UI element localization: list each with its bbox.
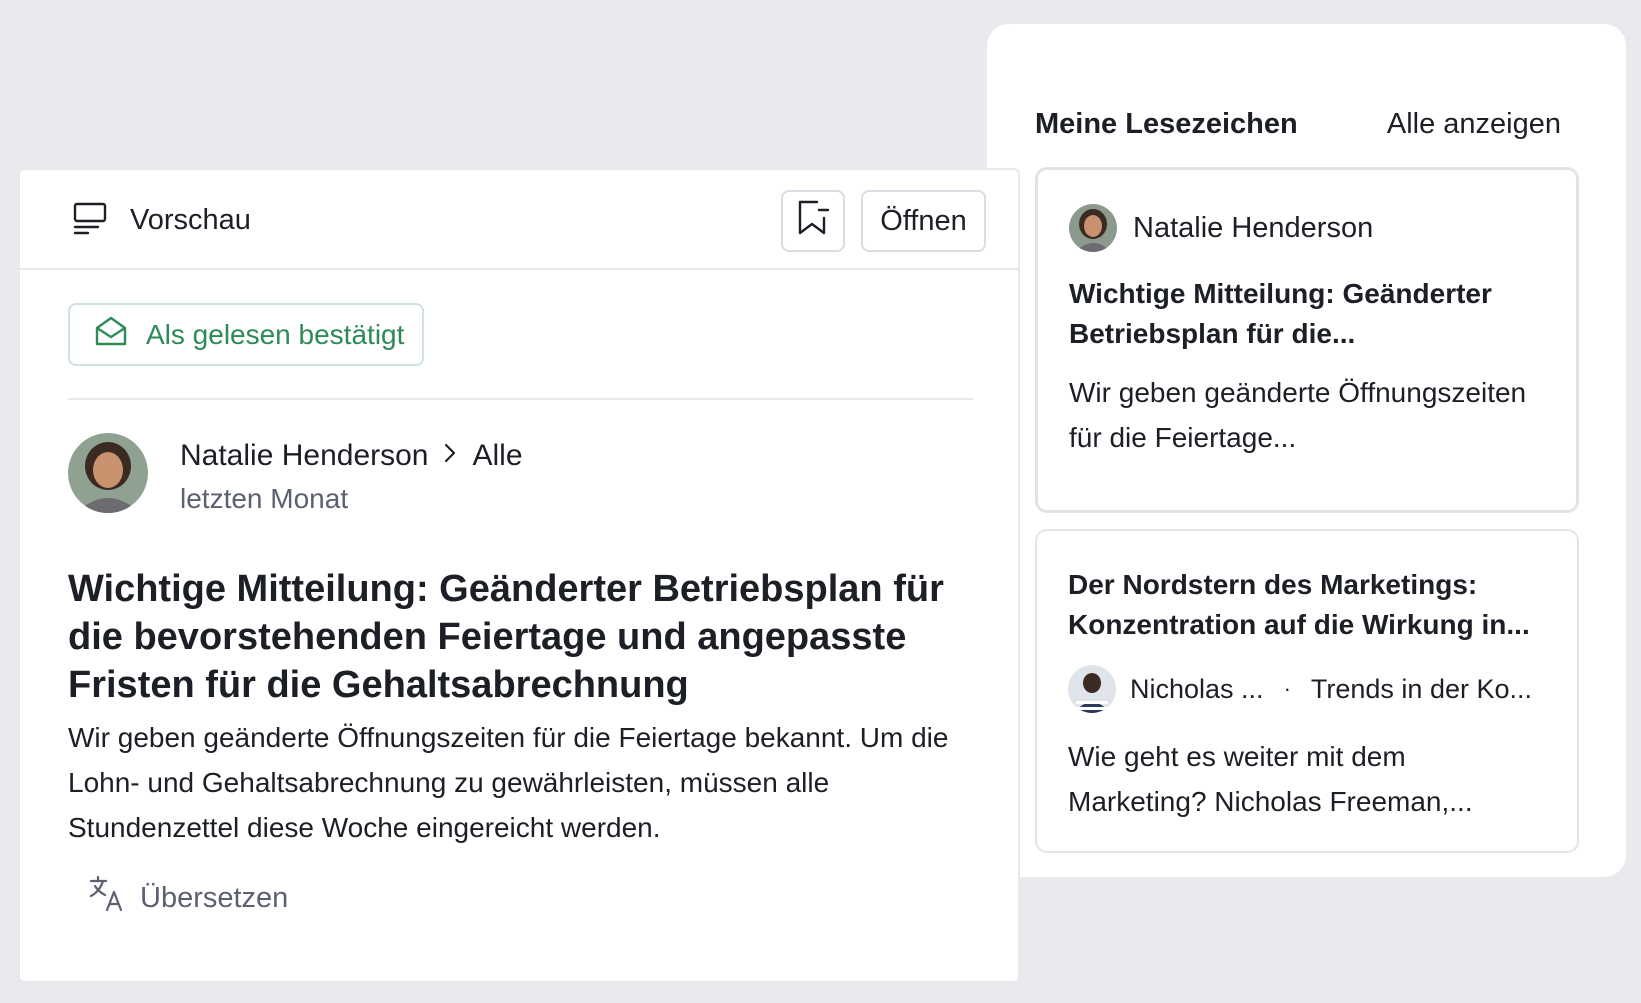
preview-panel: Vorschau Öffnen Als gelesen bestätigt Na…: [18, 168, 1020, 983]
bookmark-author: Nicholas ...: [1130, 673, 1264, 704]
meta-separator: ·: [1283, 676, 1291, 701]
preview-toolbar: Vorschau Öffnen: [20, 170, 1018, 270]
translate-icon: [88, 875, 126, 921]
read-confirmation-label: Als gelesen bestätigt: [146, 318, 405, 350]
bookmark-excerpt: Wie geht es weiter mit dem Marketing? Ni…: [1068, 741, 1473, 817]
bookmark-excerpt: Wir geben geänderte Öffnungszeiten für d…: [1069, 377, 1527, 453]
preview-heading: Vorschau: [72, 200, 251, 241]
divider: [68, 398, 973, 400]
preview-label: Vorschau: [130, 204, 251, 236]
avatar[interactable]: [68, 433, 148, 513]
bookmark-title: Der Nordstern des Marketings: Konzentrat…: [1068, 569, 1530, 640]
bookmark-icon: [795, 198, 831, 244]
avatar: [1069, 204, 1117, 252]
chevron-right-icon: [440, 439, 460, 473]
translate-label: Übersetzen: [140, 881, 289, 914]
bookmark-title: Wichtige Mitteilung: Geänderter Betriebs…: [1069, 278, 1492, 349]
post-body: Wir geben geänderte Öffnungszeiten für d…: [68, 722, 949, 843]
post-author-info: Natalie Henderson Alle letzten Monat: [180, 433, 523, 515]
post-breadcrumb: Natalie Henderson Alle: [180, 439, 523, 473]
open-button[interactable]: Öffnen: [861, 190, 986, 252]
monitor-icon: [72, 200, 108, 241]
bookmarks-title: Meine Lesezeichen: [1035, 108, 1298, 140]
post-author-block: Natalie Henderson Alle letzten Monat: [68, 433, 523, 515]
bookmarks-header: Meine Lesezeichen Alle anzeigen: [1035, 108, 1561, 141]
bookmark-card[interactable]: Natalie Henderson Wichtige Mitteilung: G…: [1035, 167, 1579, 513]
bookmarks-panel: Meine Lesezeichen Alle anzeigen Natalie …: [987, 24, 1626, 877]
bookmark-author-row: Natalie Henderson: [1069, 204, 1373, 252]
avatar: [1068, 665, 1116, 713]
translate-button[interactable]: Übersetzen: [88, 875, 288, 921]
bookmark-button[interactable]: [781, 190, 845, 252]
bookmark-author: Natalie Henderson: [1133, 211, 1374, 244]
bookmark-card[interactable]: Der Nordstern des Marketings: Konzentrat…: [1035, 529, 1579, 853]
post-time: letzten Monat: [180, 483, 349, 514]
read-confirmation-button[interactable]: Als gelesen bestätigt: [68, 303, 424, 366]
bookmark-meta: Nicholas ... · Trends in der Ko...: [1068, 665, 1548, 713]
envelope-open-icon: [94, 315, 128, 354]
post-channel[interactable]: Alle: [472, 439, 522, 473]
post-title: Wichtige Mitteilung: Geänderter Betriebs…: [68, 568, 944, 706]
show-all-link[interactable]: Alle anzeigen: [1387, 108, 1561, 141]
post-author[interactable]: Natalie Henderson: [180, 439, 428, 473]
bookmark-channel: Trends in der Ko...: [1310, 673, 1532, 704]
